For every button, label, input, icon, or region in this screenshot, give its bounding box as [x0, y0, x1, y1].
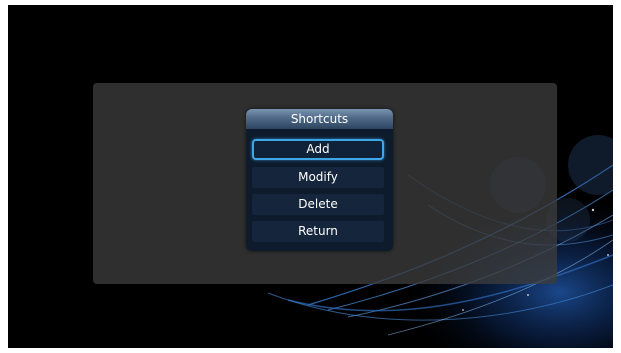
- delete-button[interactable]: Delete: [252, 194, 384, 215]
- return-button[interactable]: Return: [252, 221, 384, 242]
- shortcuts-dialog: Shortcuts Add Modify Delete Return: [246, 109, 393, 251]
- modify-button[interactable]: Modify: [252, 167, 384, 188]
- dialog-title: Shortcuts: [246, 109, 393, 129]
- add-button[interactable]: Add: [252, 139, 384, 160]
- tv-screen: Shortcuts Add Modify Delete Return: [8, 5, 613, 348]
